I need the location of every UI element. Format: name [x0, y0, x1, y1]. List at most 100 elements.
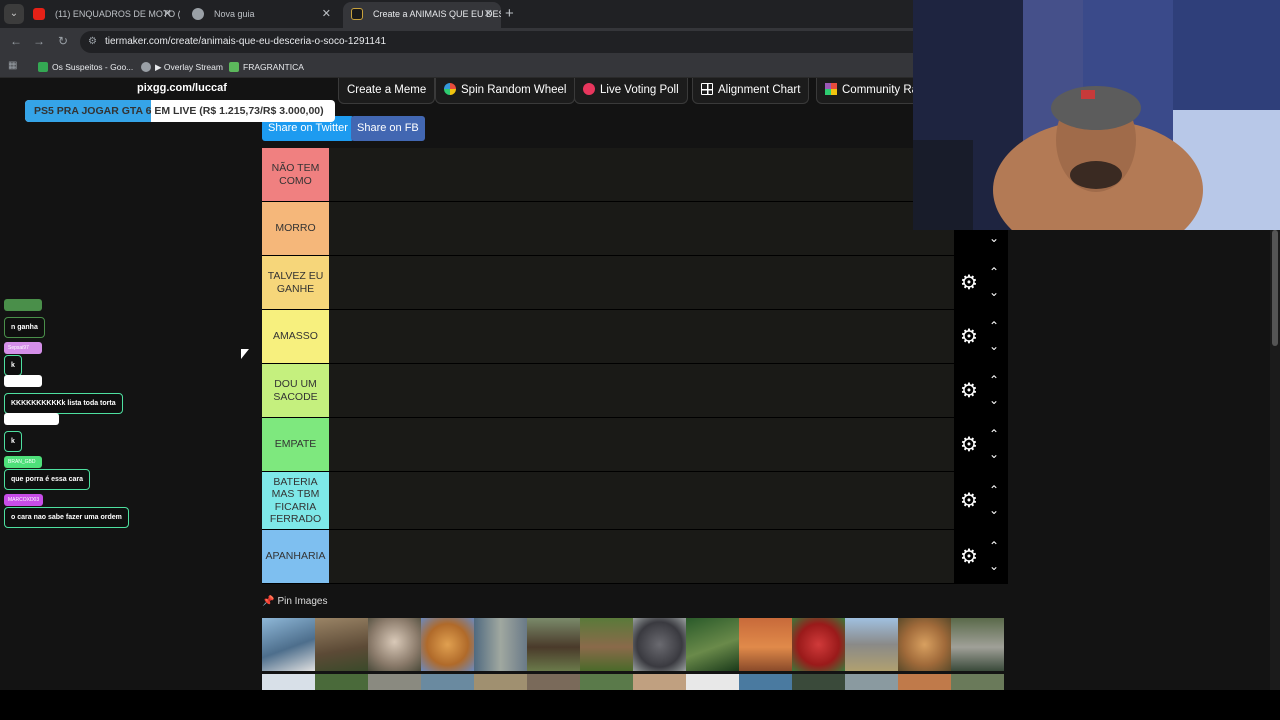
chevron-up-icon[interactable]: ⌃ — [986, 266, 1002, 278]
animal-image-elephant[interactable] — [845, 618, 898, 671]
tab-title: Create a ANIMAIS QUE EU DES — [373, 9, 501, 19]
reload-icon[interactable]: ↻ — [58, 34, 68, 48]
animal-image[interactable] — [527, 674, 580, 690]
tier-label[interactable]: MORRO — [262, 202, 329, 255]
pin-icon: 📌 — [262, 596, 275, 607]
close-icon[interactable]: ✕ — [163, 2, 172, 26]
chevron-up-icon[interactable]: ⌃ — [986, 540, 1002, 552]
tab-youtube[interactable]: (11) ENQUADROS DE MOTO (E ✕ — [25, 2, 180, 28]
tier-label[interactable]: AMASSO — [262, 310, 329, 363]
chevron-down-icon[interactable]: ⌄ — [986, 560, 1002, 572]
gear-icon[interactable]: ⚙ — [957, 489, 981, 513]
animal-image-snake[interactable] — [686, 618, 739, 671]
fragrantica-icon — [229, 62, 239, 72]
community-rank-button[interactable]: Community Ra — [816, 78, 928, 104]
animal-image-termite-mound[interactable] — [739, 618, 792, 671]
animal-image-bison[interactable] — [527, 618, 580, 671]
tier-row: APANHARIA ⚙ ⌃ ⌄ — [262, 530, 1008, 584]
chevron-down-icon[interactable]: ⌄ — [986, 340, 1002, 352]
tier-label[interactable]: DOU UM SACODE — [262, 364, 329, 417]
chevron-up-icon[interactable]: ⌃ — [986, 428, 1002, 440]
voting-poll-button[interactable]: Live Voting Poll — [574, 78, 688, 104]
bookmark-label: FRAGRANTICA — [243, 62, 304, 72]
site-info-icon[interactable]: ⚙ — [88, 31, 97, 53]
animal-image-red-elephant[interactable] — [792, 618, 845, 671]
animal-image[interactable] — [686, 674, 739, 690]
animal-image[interactable] — [739, 674, 792, 690]
share-fb-button[interactable]: Share on FB — [351, 116, 425, 141]
animal-image-caracal[interactable] — [898, 618, 951, 671]
create-meme-button[interactable]: Create a Meme — [338, 78, 436, 104]
animal-image-ostrich[interactable] — [368, 618, 421, 671]
animal-image[interactable] — [421, 674, 474, 690]
tier-controls: ⚙ ⌃ ⌄ — [954, 256, 1008, 309]
spin-wheel-button[interactable]: Spin Random Wheel — [435, 78, 576, 104]
close-icon[interactable]: ✕ — [322, 2, 331, 26]
drive-icon — [38, 62, 48, 72]
tab-tiermaker[interactable]: Create a ANIMAIS QUE EU DES ✕ — [343, 2, 501, 28]
bookmark-os-suspeitos[interactable]: Os Suspeitos - Goo... — [38, 60, 133, 74]
animal-image[interactable] — [792, 674, 845, 690]
animal-image-deer[interactable] — [580, 618, 633, 671]
animal-image-kangaroo[interactable] — [474, 618, 527, 671]
animal-image-eagle[interactable] — [262, 618, 315, 671]
chevron-down-icon[interactable]: ⌄ — [986, 504, 1002, 516]
button-label: Create a Meme — [347, 84, 427, 96]
gear-icon[interactable]: ⚙ — [957, 433, 981, 457]
chevron-down-icon[interactable]: ⌄ — [986, 448, 1002, 460]
gear-icon[interactable]: ⚙ — [957, 379, 981, 403]
donation-goal-bar: PS5 PRA JOGAR GTA 6 EM LIVE (R$ 1.215,73… — [25, 100, 335, 122]
animal-image[interactable] — [262, 674, 315, 690]
animal-image[interactable] — [474, 674, 527, 690]
animal-image[interactable] — [368, 674, 421, 690]
tier-label[interactable]: BATERIA MAS TBM FICARIA FERRADO — [262, 472, 329, 529]
apps-icon[interactable]: ▦ — [8, 60, 17, 71]
page-scrollbar[interactable] — [1270, 230, 1280, 690]
chevron-down-icon[interactable]: ⌄ — [986, 394, 1002, 406]
chevron-down-icon[interactable]: ⌄ — [986, 232, 1002, 244]
record-icon — [583, 83, 595, 95]
animal-image[interactable] — [898, 674, 951, 690]
tier-label[interactable]: TALVEZ EU GANHE — [262, 256, 329, 309]
chevron-up-icon[interactable]: ⌃ — [986, 374, 1002, 386]
tier-label[interactable]: EMPATE — [262, 418, 329, 471]
gear-icon[interactable]: ⚙ — [957, 271, 981, 295]
wheel-icon — [444, 83, 456, 95]
bookmark-fragrantica[interactable]: FRAGRANTICA — [229, 60, 304, 74]
grid-icon — [701, 83, 713, 95]
chevron-up-icon[interactable]: ⌃ — [986, 320, 1002, 332]
chat-username: MARCOXD03 — [4, 494, 44, 506]
animal-image-gorilla[interactable] — [633, 618, 686, 671]
tier-label[interactable]: NÃO TEM COMO — [262, 148, 329, 201]
tab-search-icon[interactable]: ⌄ — [4, 4, 24, 24]
pin-images-toggle[interactable]: 📌 Pin Images — [262, 596, 327, 607]
tier-controls: ⚙ ⌃ ⌄ — [954, 418, 1008, 471]
chevron-up-icon[interactable]: ⌃ — [986, 484, 1002, 496]
back-icon[interactable]: ← — [10, 34, 22, 48]
alignment-chart-button[interactable]: Alignment Chart — [692, 78, 810, 104]
animal-image[interactable] — [633, 674, 686, 690]
close-icon[interactable]: ✕ — [484, 2, 493, 26]
tier-label[interactable]: APANHARIA — [262, 530, 329, 583]
new-tab-icon[interactable]: + — [505, 5, 514, 22]
animal-image[interactable] — [845, 674, 898, 690]
chat-text: KKKKKKKKKKk lista toda torta — [4, 393, 123, 414]
gear-icon[interactable]: ⚙ — [957, 545, 981, 569]
tab-new[interactable]: Nova guia ✕ — [184, 2, 339, 28]
animal-image[interactable] — [315, 674, 368, 690]
animal-image-orangutan[interactable] — [421, 618, 474, 671]
chevron-down-icon[interactable]: ⌄ — [986, 286, 1002, 298]
bookmark-overlay-stream[interactable]: ▶ Overlay Stream — [141, 60, 223, 74]
animal-image[interactable] — [951, 674, 1004, 690]
tiermaker-icon — [351, 8, 363, 20]
animal-image-seal[interactable] — [951, 618, 1004, 671]
forward-icon[interactable]: → — [33, 34, 45, 48]
goal-text: PS5 PRA JOGAR GTA 6 EM LIVE (R$ 1.215,73… — [34, 105, 324, 117]
chat-message: BRAN_GBD que porra é essa cara — [4, 450, 90, 490]
scrollbar-thumb[interactable] — [1272, 230, 1278, 346]
animal-image[interactable] — [580, 674, 633, 690]
gear-icon[interactable]: ⚙ — [957, 325, 981, 349]
animal-image-goat[interactable] — [315, 618, 368, 671]
tab-title: Nova guia — [214, 9, 255, 19]
button-label: Community Ra — [842, 84, 919, 96]
